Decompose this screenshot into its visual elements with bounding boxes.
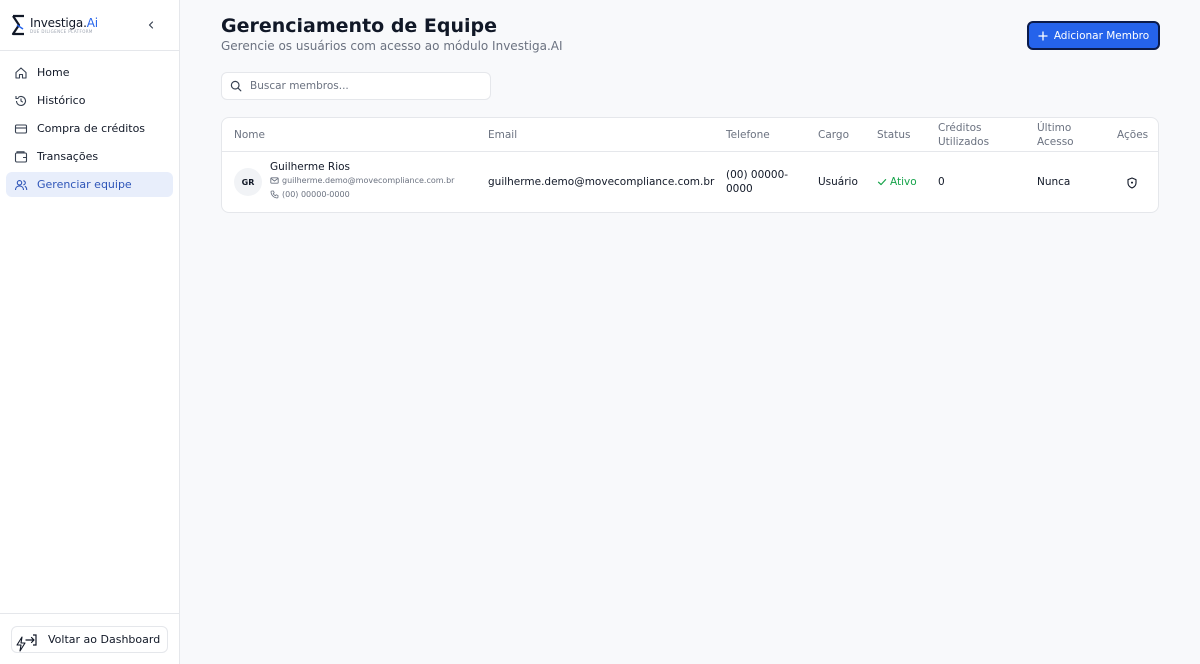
member-email-small: guilherme.demo@movecompliance.com.br	[282, 176, 455, 185]
sidebar: Investiga.Ai DUE DILIGENCE PLATFORM Home…	[0, 0, 180, 664]
member-name: Guilherme Rios	[270, 161, 351, 173]
plus-icon	[1038, 30, 1048, 41]
search-input[interactable]	[250, 80, 470, 92]
member-email-line: guilherme.demo@movecompliance.com.br	[270, 176, 454, 185]
cell-role: Usuário	[818, 176, 858, 188]
sidebar-item-historico[interactable]: Histórico	[6, 88, 173, 113]
credit-card-icon	[14, 122, 28, 136]
permissions-button[interactable]	[1125, 176, 1139, 190]
add-member-label: Adicionar Membro	[1053, 29, 1150, 42]
chevron-left-icon	[148, 21, 154, 29]
logo-tagline: DUE DILIGENCE PLATFORM	[30, 28, 93, 34]
col-header-email: Email	[488, 129, 518, 141]
sidebar-footer: Voltar ao Dashboard	[0, 613, 179, 664]
page-subtitle: Gerencie os usuários com acesso ao módul…	[221, 39, 563, 53]
avatar: GR	[234, 168, 262, 196]
sidebar-item-label: Gerenciar equipe	[37, 178, 132, 191]
mail-icon	[270, 177, 279, 184]
logo-ai: Ai	[86, 15, 98, 30]
logo-sigma-icon	[11, 14, 24, 36]
home-icon	[14, 66, 28, 80]
shield-icon	[1127, 177, 1137, 189]
sidebar-item-gerenciar-equipe[interactable]: Gerenciar equipe	[6, 172, 173, 197]
sidebar-item-compra-creditos[interactable]: Compra de créditos	[6, 116, 173, 141]
sidebar-item-transacoes[interactable]: Transações	[6, 144, 173, 169]
wallet-icon	[14, 150, 28, 164]
col-header-phone: Telefone	[726, 129, 770, 141]
search-icon	[230, 80, 242, 92]
sidebar-item-home[interactable]: Home	[6, 60, 173, 85]
sidebar-item-label: Transações	[37, 150, 99, 163]
sidebar-nav: Home Histórico Compra de créditos Transa…	[0, 51, 179, 209]
back-to-dashboard-button[interactable]: Voltar ao Dashboard	[11, 626, 168, 653]
col-header-actions: Ações	[1117, 129, 1149, 141]
users-icon	[14, 178, 28, 192]
lightning-icon	[16, 636, 26, 652]
member-phone-line: (00) 00000-0000	[270, 190, 350, 199]
collapse-sidebar-button[interactable]	[143, 17, 159, 33]
cell-email: guilherme.demo@movecompliance.com.br	[488, 176, 715, 188]
members-table: Nome Email Telefone Cargo Status Crédito…	[221, 117, 1159, 213]
status-label: Ativo	[890, 176, 917, 188]
col-header-role: Cargo	[818, 129, 849, 141]
cell-phone-line2: 0000	[726, 183, 753, 195]
history-icon	[14, 94, 28, 108]
logo-row: Investiga.Ai DUE DILIGENCE PLATFORM	[0, 0, 179, 51]
page-title: Gerenciamento de Equipe	[221, 15, 498, 37]
sidebar-item-label: Home	[37, 66, 70, 79]
add-member-button[interactable]: Adicionar Membro	[1027, 21, 1160, 50]
col-header-status: Status	[877, 129, 911, 141]
status-badge: Ativo	[877, 175, 917, 189]
table-header: Nome Email Telefone Cargo Status Crédito…	[222, 118, 1158, 152]
cell-credits: 0	[938, 176, 945, 188]
col-header-credits-line1: Créditos	[938, 122, 982, 134]
phone-icon	[270, 190, 279, 199]
back-to-dashboard-label: Voltar ao Dashboard	[48, 633, 161, 646]
search-box	[221, 72, 491, 100]
col-header-name: Nome	[234, 129, 265, 141]
col-header-last-access-line2: Acesso	[1037, 136, 1074, 148]
sidebar-item-label: Compra de créditos	[37, 122, 146, 135]
cell-phone-line1: (00) 00000-	[726, 169, 789, 181]
sidebar-item-label: Histórico	[37, 94, 86, 107]
member-phone-small: (00) 00000-0000	[282, 190, 350, 199]
logo-name: Investiga.	[30, 15, 87, 30]
check-icon	[877, 179, 887, 186]
col-header-last-access-line1: Último	[1037, 122, 1072, 134]
logo[interactable]: Investiga.Ai DUE DILIGENCE PLATFORM	[11, 13, 98, 37]
cell-last-access: Nunca	[1037, 176, 1071, 188]
col-header-credits-line2: Utilizados	[938, 136, 990, 148]
